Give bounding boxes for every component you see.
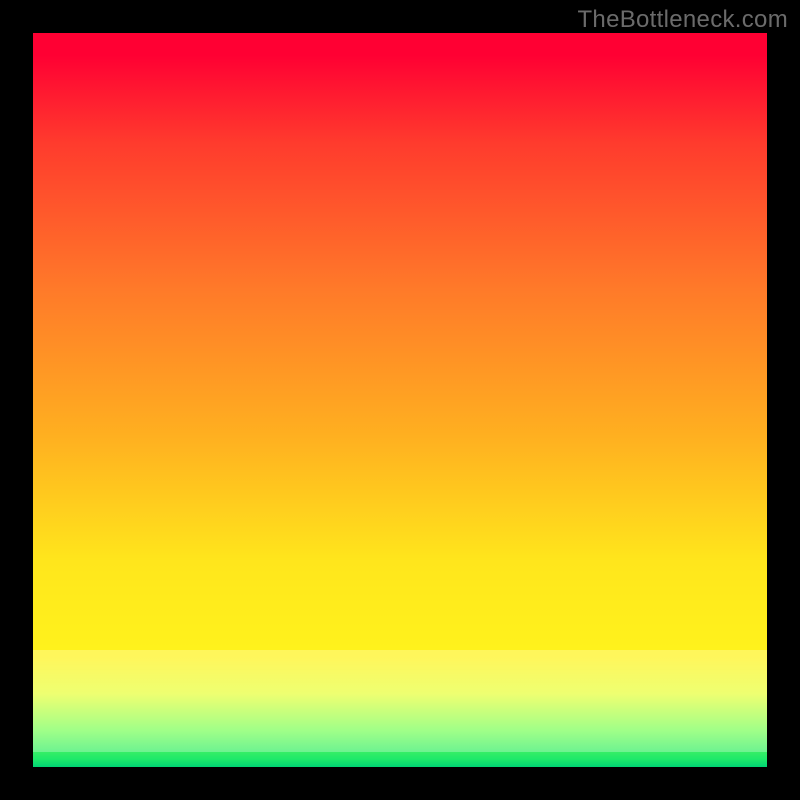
chart-frame: TheBottleneck.com (0, 0, 800, 800)
plot-area (33, 33, 767, 767)
watermark-text: TheBottleneck.com (577, 6, 788, 34)
tint-band (33, 650, 767, 753)
